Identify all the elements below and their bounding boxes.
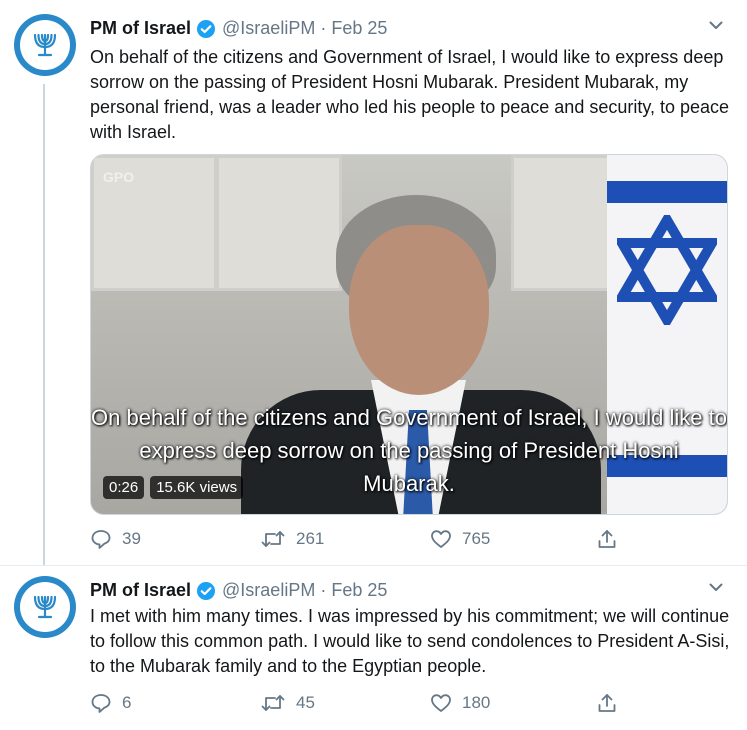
thread-connector-line <box>43 84 45 565</box>
tweet-date[interactable]: Feb 25 <box>331 580 387 601</box>
retweet-count: 261 <box>296 529 325 548</box>
like-button[interactable]: 765 <box>430 528 490 550</box>
tweet-1[interactable]: PM of Israel @IsraeliPM · Feb 25 On beha… <box>0 0 747 566</box>
heart-icon <box>431 530 451 548</box>
share-button[interactable] <box>596 528 628 550</box>
retweet-icon <box>261 531 285 547</box>
display-name[interactable]: PM of Israel <box>90 18 191 39</box>
share-button[interactable] <box>596 692 628 714</box>
tweet-2[interactable]: PM of Israel @IsraeliPM · Feb 25 I met w… <box>0 566 747 730</box>
tweet-date[interactable]: Feb 25 <box>331 18 387 39</box>
tweet-actions: 39 261 765 <box>90 528 630 552</box>
like-count: 180 <box>462 693 491 712</box>
gpo-watermark: GPO <box>103 169 135 185</box>
menorah-emblem-icon <box>20 20 70 70</box>
reply-button[interactable]: 6 <box>90 692 131 714</box>
retweet-count: 45 <box>296 693 315 712</box>
separator-dot: · <box>320 18 327 38</box>
separator-dot: · <box>320 580 327 600</box>
tweet-header: PM of Israel @IsraeliPM · Feb 25 <box>90 580 387 601</box>
chevron-down-icon[interactable] <box>707 16 725 39</box>
reply-count: 6 <box>122 693 132 712</box>
speaker-face <box>349 225 489 395</box>
share-icon <box>598 530 616 548</box>
like-button[interactable]: 180 <box>430 692 490 714</box>
user-handle[interactable]: @IsraeliPM <box>222 18 315 39</box>
avatar[interactable] <box>14 14 76 76</box>
chevron-down-icon[interactable] <box>707 578 725 601</box>
verified-badge-icon <box>196 19 216 39</box>
tweet-actions: 6 45 180 <box>90 692 630 716</box>
reply-icon <box>91 694 111 713</box>
retweet-button[interactable]: 45 <box>260 692 315 714</box>
menorah-emblem-icon <box>20 582 70 632</box>
display-name[interactable]: PM of Israel <box>90 580 191 601</box>
video-info: 0:26 15.6K views <box>103 476 244 499</box>
tweet-header: PM of Israel @IsraeliPM · Feb 25 <box>90 18 387 39</box>
reply-count: 39 <box>122 529 141 548</box>
avatar[interactable] <box>14 576 76 638</box>
retweet-icon <box>261 695 285 711</box>
tweet-text: I met with him many times. I was impress… <box>90 606 730 676</box>
video-player[interactable]: GPO On behalf of the citizens and Govern… <box>90 154 728 515</box>
heart-icon <box>431 694 451 712</box>
share-icon <box>598 694 616 712</box>
verified-badge-icon <box>196 581 216 601</box>
background-window <box>511 155 612 291</box>
background-window <box>216 155 342 291</box>
retweet-button[interactable]: 261 <box>260 528 324 550</box>
video-duration: 0:26 <box>103 476 145 499</box>
video-view-count: 15.6K views <box>150 476 244 499</box>
reply-button[interactable]: 39 <box>90 528 141 550</box>
reply-icon <box>91 530 111 549</box>
user-handle[interactable]: @IsraeliPM <box>222 580 315 601</box>
like-count: 765 <box>462 529 491 548</box>
tweet-text: On behalf of the citizens and Government… <box>90 47 730 142</box>
